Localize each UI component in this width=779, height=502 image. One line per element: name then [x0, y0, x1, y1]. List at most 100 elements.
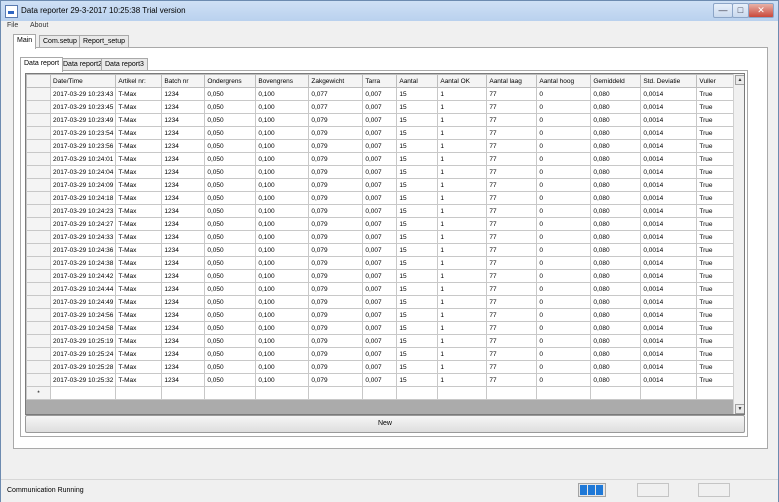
row-header[interactable] [26, 178, 51, 192]
table-cell[interactable]: 15 [396, 204, 439, 218]
table-cell[interactable]: T-Max [115, 178, 163, 192]
table-cell[interactable]: 0,079 [308, 308, 364, 322]
table-cell[interactable]: True [696, 178, 736, 192]
table-cell[interactable]: 0 [536, 87, 592, 101]
table-cell[interactable]: 0,079 [308, 243, 364, 257]
table-cell[interactable]: 0,0014 [640, 230, 698, 244]
table-cell[interactable]: 0,050 [204, 243, 257, 257]
table-row[interactable]: 2017-03-29 10:24:38 T-Max 1234 0,050 0,100 0,… [26, 256, 736, 270]
table-cell[interactable]: 1 [437, 217, 488, 231]
table-cell[interactable] [49, 386, 117, 400]
table-cell[interactable]: 0,0014 [640, 217, 698, 231]
table-cell[interactable]: 0,007 [362, 282, 398, 296]
col-header[interactable]: Aantal OK [437, 74, 488, 88]
table-cell[interactable]: 1 [437, 178, 488, 192]
table-cell[interactable]: 0,080 [590, 334, 642, 348]
table-row[interactable]: 2017-03-29 10:24:33 T-Max 1234 0,050 0,100 0,… [26, 230, 736, 244]
table-cell[interactable]: 77 [486, 126, 538, 140]
row-header[interactable] [26, 334, 51, 348]
table-cell[interactable]: 77 [486, 360, 538, 374]
table-cell[interactable]: 0,100 [255, 295, 310, 309]
table-cell[interactable]: 0,079 [308, 282, 364, 296]
table-cell[interactable]: True [696, 334, 736, 348]
table-cell[interactable]: 0,100 [255, 87, 310, 101]
table-row[interactable]: 2017-03-29 10:24:27 T-Max 1234 0,050 0,100 0,… [26, 217, 736, 231]
table-cell[interactable]: True [696, 269, 736, 283]
table-cell[interactable]: True [696, 230, 736, 244]
menu-about[interactable]: About [30, 22, 48, 29]
table-cell[interactable] [437, 386, 488, 400]
table-cell[interactable]: 0,079 [308, 113, 364, 127]
new-button[interactable]: New [25, 415, 745, 433]
table-cell[interactable]: 15 [396, 178, 439, 192]
table-cell[interactable]: 0,079 [308, 217, 364, 231]
table-cell[interactable]: 0,0014 [640, 243, 698, 257]
table-cell[interactable]: 0,100 [255, 321, 310, 335]
row-header[interactable] [26, 321, 51, 335]
table-cell[interactable]: T-Max [115, 100, 163, 114]
table-row[interactable]: 2017-03-29 10:23:43 T-Max 1234 0,050 0,100 0,… [26, 87, 736, 101]
table-cell[interactable]: 0,100 [255, 360, 310, 374]
table-cell[interactable]: T-Max [115, 204, 163, 218]
table-cell[interactable] [362, 386, 398, 400]
col-header[interactable]: Batch nr [161, 74, 206, 88]
table-cell[interactable]: 2017-03-29 10:23:43 [49, 87, 117, 101]
table-cell[interactable]: 0,050 [204, 256, 257, 270]
table-cell[interactable]: 1234 [161, 100, 206, 114]
table-cell[interactable]: 0,077 [308, 100, 364, 114]
table-cell[interactable]: 15 [396, 87, 439, 101]
table-cell[interactable]: 0,100 [255, 152, 310, 166]
table-cell[interactable]: 0,007 [362, 113, 398, 127]
table-cell[interactable]: 0 [536, 373, 592, 387]
table-cell[interactable]: 0 [536, 269, 592, 283]
table-cell[interactable]: 15 [396, 217, 439, 231]
table-row[interactable]: 2017-03-29 10:23:49 T-Max 1234 0,050 0,100 0,… [26, 113, 736, 127]
table-cell[interactable]: 77 [486, 321, 538, 335]
table-cell[interactable]: 77 [486, 269, 538, 283]
table-cell[interactable] [115, 386, 163, 400]
table-cell[interactable]: 0,079 [308, 360, 364, 374]
table-cell[interactable]: 0,079 [308, 256, 364, 270]
col-header[interactable]: Aantal hoog [536, 74, 592, 88]
table-cell[interactable]: T-Max [115, 113, 163, 127]
table-cell[interactable]: 0,007 [362, 100, 398, 114]
table-cell[interactable]: T-Max [115, 269, 163, 283]
table-cell[interactable]: 0,0014 [640, 360, 698, 374]
table-cell[interactable]: 0,0014 [640, 126, 698, 140]
table-cell[interactable] [486, 386, 538, 400]
table-cell[interactable]: 77 [486, 373, 538, 387]
table-cell[interactable]: 0,079 [308, 321, 364, 335]
row-header[interactable] [26, 204, 51, 218]
table-cell[interactable]: True [696, 217, 736, 231]
table-cell[interactable]: 0,007 [362, 178, 398, 192]
table-cell[interactable]: T-Max [115, 87, 163, 101]
table-cell[interactable]: 0,100 [255, 373, 310, 387]
table-cell[interactable]: 0,080 [590, 204, 642, 218]
table-cell[interactable]: 0,080 [590, 321, 642, 335]
table-cell[interactable]: 0,007 [362, 243, 398, 257]
table-row[interactable]: 2017-03-29 10:24:04 T-Max 1234 0,050 0,100 0,… [26, 165, 736, 179]
table-cell[interactable]: 0,0014 [640, 139, 698, 153]
table-cell[interactable]: 0,007 [362, 360, 398, 374]
table-cell[interactable]: 1 [437, 347, 488, 361]
table-cell[interactable]: 1234 [161, 178, 206, 192]
col-header[interactable]: Bovengrens [255, 74, 310, 88]
col-header[interactable]: Tarra [362, 74, 398, 88]
table-cell[interactable]: 0,100 [255, 113, 310, 127]
table-cell[interactable]: 0,050 [204, 191, 257, 205]
row-header[interactable] [26, 230, 51, 244]
col-header[interactable]: Artikel nr: [115, 74, 163, 88]
table-cell[interactable]: 2017-03-29 10:24:23 [49, 204, 117, 218]
table-cell[interactable]: 0,079 [308, 126, 364, 140]
row-header-corner[interactable] [26, 74, 51, 88]
table-cell[interactable]: 0,079 [308, 334, 364, 348]
table-cell[interactable]: 0,100 [255, 256, 310, 270]
table-cell[interactable]: 0,080 [590, 308, 642, 322]
table-cell[interactable]: 0,050 [204, 347, 257, 361]
table-cell[interactable]: 0,050 [204, 308, 257, 322]
table-cell[interactable]: 0,007 [362, 347, 398, 361]
table-cell[interactable]: 15 [396, 269, 439, 283]
table-cell[interactable]: 2017-03-29 10:24:09 [49, 178, 117, 192]
table-cell[interactable]: 0,079 [308, 295, 364, 309]
table-cell[interactable]: 1 [437, 204, 488, 218]
